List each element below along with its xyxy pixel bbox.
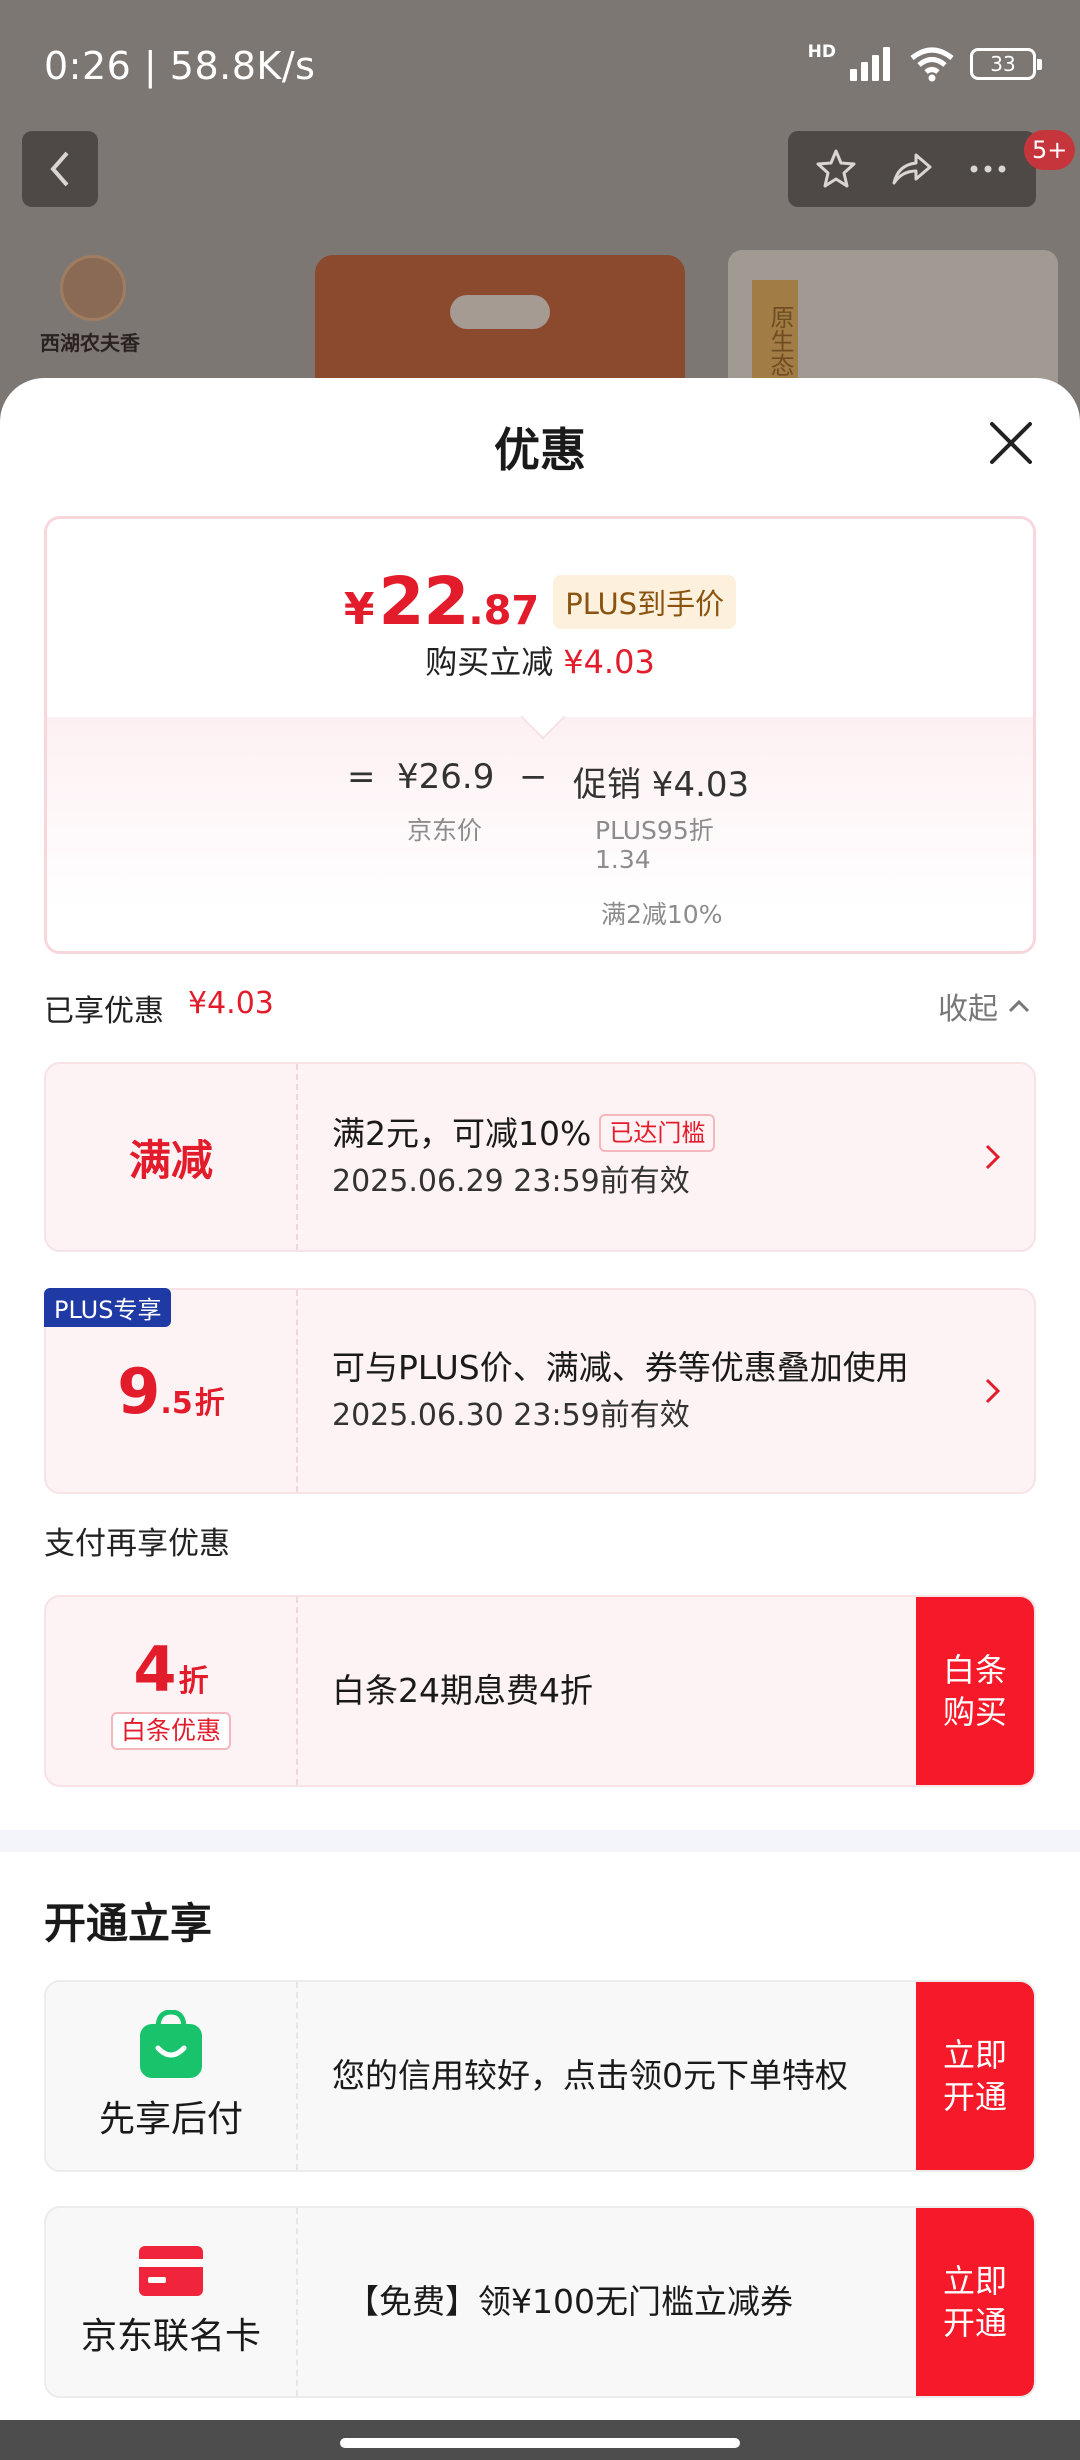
activate-card-button[interactable]: 立即开通 <box>916 2208 1034 2396</box>
final-price: ¥ 22 .87 PLUS到手价 <box>47 563 1033 640</box>
plus-price-tag: PLUS到手价 <box>553 575 737 629</box>
payment-section-label: 支付再享优惠 <box>44 1526 230 1562</box>
star-icon[interactable] <box>814 147 858 191</box>
chevron-left-icon <box>50 151 69 187</box>
service-name: 先享后付 <box>98 2099 243 2140</box>
jd-price: ¥26.9 <box>397 757 495 797</box>
price-formula <box>47 717 1033 951</box>
coupon-rule-text: 满2元，可减10% <box>332 1114 592 1153</box>
instant-reduce: 购买立减 ¥4.03 <box>47 637 1033 683</box>
discount-decimal: .5 <box>160 1385 193 1421</box>
brand-emblem <box>60 255 126 321</box>
price-decimal: .87 <box>468 588 540 634</box>
formula-equals: = <box>347 757 376 797</box>
coupon-validity: 2025.06.29 23:59前有效 <box>332 1164 690 1199</box>
service-brand: 京东联名卡 <box>46 2208 298 2396</box>
threshold-reached-badge: 已达门槛 <box>599 1114 716 1152</box>
shopping-bag-icon <box>140 2010 202 2078</box>
plus-exclusive-badge: PLUS专享 <box>44 1288 172 1327</box>
collapse-button[interactable]: 收起 <box>938 984 1030 1028</box>
discount-sheet: 优惠 ¥ 22 .87 PLUS到手价 购买立减 ¥4.03 = ¥26.9 − … <box>0 378 1080 2420</box>
activate-label: 立即开通 <box>942 2036 1007 2116</box>
open-section-title: 开通立享 <box>44 1899 213 1948</box>
instant-reduce-amount: ¥4.03 <box>563 643 655 681</box>
coupon-details: 满2元，可减10% 已达门槛 2025.06.29 23:59前有效 <box>332 1064 716 1250</box>
activate-label: 立即开通 <box>942 2262 1007 2342</box>
promo-detail-plus: PLUS95折 <box>595 816 714 845</box>
discount-integer: 9 <box>117 1354 161 1428</box>
service-brand: 先享后付 <box>46 1982 298 2170</box>
chevron-right-icon <box>985 1144 1001 1170</box>
close-icon[interactable] <box>986 418 1036 468</box>
instant-reduce-label: 购买立减 <box>425 643 554 681</box>
brand-logo: 西湖农夫香 <box>40 255 150 355</box>
hd-label: HD <box>807 42 836 62</box>
promo-detail-fullreduce: 满2减10% <box>601 900 723 929</box>
chevron-right-icon <box>985 1378 1001 1404</box>
credit-card-icon <box>139 2246 203 2296</box>
baitiao-discount-rate: 4 折 <box>133 1633 208 1706</box>
plus-discount-rate: 9 .5 折 <box>117 1355 224 1428</box>
wifi-icon <box>910 47 954 82</box>
enjoyed-label: 已享优惠 <box>44 994 164 1029</box>
offer-type: 4 折 白条优惠 <box>46 1597 298 1785</box>
back-button[interactable] <box>22 131 98 207</box>
home-indicator[interactable] <box>340 2438 740 2448</box>
price-integer: 22 <box>378 563 470 640</box>
brand-name: 西湖农夫香 <box>40 331 140 355</box>
price-breakdown-panel: ¥ 22 .87 PLUS到手价 购买立减 ¥4.03 = ¥26.9 − 促销 … <box>44 516 1036 954</box>
coupon-type-label: 满减 <box>128 1135 213 1185</box>
service-text: 【免费】领¥100无门槛立减券 <box>346 2282 793 2321</box>
enjoyed-amount: ¥4.03 <box>188 986 274 1021</box>
coupon-rule-text: 可与PLUS价、满减、券等优惠叠加使用 <box>332 1348 909 1387</box>
offer-text: 白条24期息费4折 <box>332 1671 593 1710</box>
share-icon[interactable] <box>890 147 934 191</box>
coupon-rule: 满2元，可减10% 已达门槛 <box>332 1109 716 1159</box>
signal-icon <box>850 47 894 81</box>
service-name: 京东联名卡 <box>80 2316 261 2357</box>
offer-details: 白条24期息费4折 <box>332 1597 593 1785</box>
battery-level: 33 <box>990 52 1016 76</box>
price-summary: ¥ 22 .87 PLUS到手价 购买立减 ¥4.03 <box>47 519 1033 717</box>
formula-minus: − <box>519 757 548 797</box>
baitiao-tag: 白条优惠 <box>110 1711 231 1750</box>
sheet-title: 优惠 <box>494 423 586 477</box>
baitiao-buy-button[interactable]: 白条购买 <box>916 1597 1034 1785</box>
collapse-label: 收起 <box>938 992 998 1027</box>
coupon-full-reduction[interactable]: 满减 满2元，可减10% 已达门槛 2025.06.29 23:59前有效 <box>44 1062 1036 1252</box>
discount-integer: 4 <box>133 1632 177 1706</box>
status-icons: HD 33 <box>808 42 1042 82</box>
coupon-plus-discount[interactable]: 9 .5 折 可与PLUS价、满减、券等优惠叠加使用 2025.06.30 23… <box>44 1288 1036 1494</box>
baitiao-offer-card: 4 折 白条优惠 白条24期息费4折 白条购买 <box>44 1595 1036 1787</box>
currency-symbol: ¥ <box>343 584 375 635</box>
status-bar: 0:26 | 58.8K/s HD 33 <box>0 0 1080 130</box>
coupon-type: 满减 <box>46 1064 298 1250</box>
battery-icon: 33 <box>970 48 1042 80</box>
status-time: 0:26 | 58.8K/s <box>44 44 316 88</box>
coupon-validity: 2025.06.30 23:59前有效 <box>332 1398 690 1433</box>
chevron-up-icon <box>1008 999 1030 1013</box>
more-icon[interactable] <box>966 147 1010 191</box>
promo-amount: 促销 ¥4.03 <box>573 765 750 805</box>
service-details: 【免费】领¥100无门槛立减券 <box>346 2208 926 2396</box>
service-text: 您的信用较好，点击领0元下单特权 <box>332 2056 848 2095</box>
discount-unit: 折 <box>178 1663 209 1699</box>
service-pay-later: 先享后付 您的信用较好，点击领0元下单特权 立即开通 <box>44 1980 1036 2172</box>
section-divider <box>0 1830 1080 1852</box>
activate-pay-later-button[interactable]: 立即开通 <box>916 1982 1034 2170</box>
service-details: 您的信用较好，点击领0元下单特权 <box>332 1982 932 2170</box>
baitiao-buy-label: 白条购买 <box>942 1651 1007 1731</box>
service-co-branded-card: 京东联名卡 【免费】领¥100无门槛立减券 立即开通 <box>44 2206 1036 2398</box>
coupon-details: 可与PLUS价、满减、券等优惠叠加使用 2025.06.30 23:59前有效 <box>332 1290 952 1492</box>
discount-unit: 折 <box>194 1385 225 1421</box>
background-product-page: 0:26 | 58.8K/s HD 33 5+ 西湖农夫香 原生态种 <box>0 0 1080 425</box>
jd-price-label: 京东价 <box>407 816 483 845</box>
promo-detail-amount: 1.34 <box>595 845 651 874</box>
message-badge: 5+ <box>1024 130 1076 170</box>
top-action-group <box>788 131 1036 207</box>
